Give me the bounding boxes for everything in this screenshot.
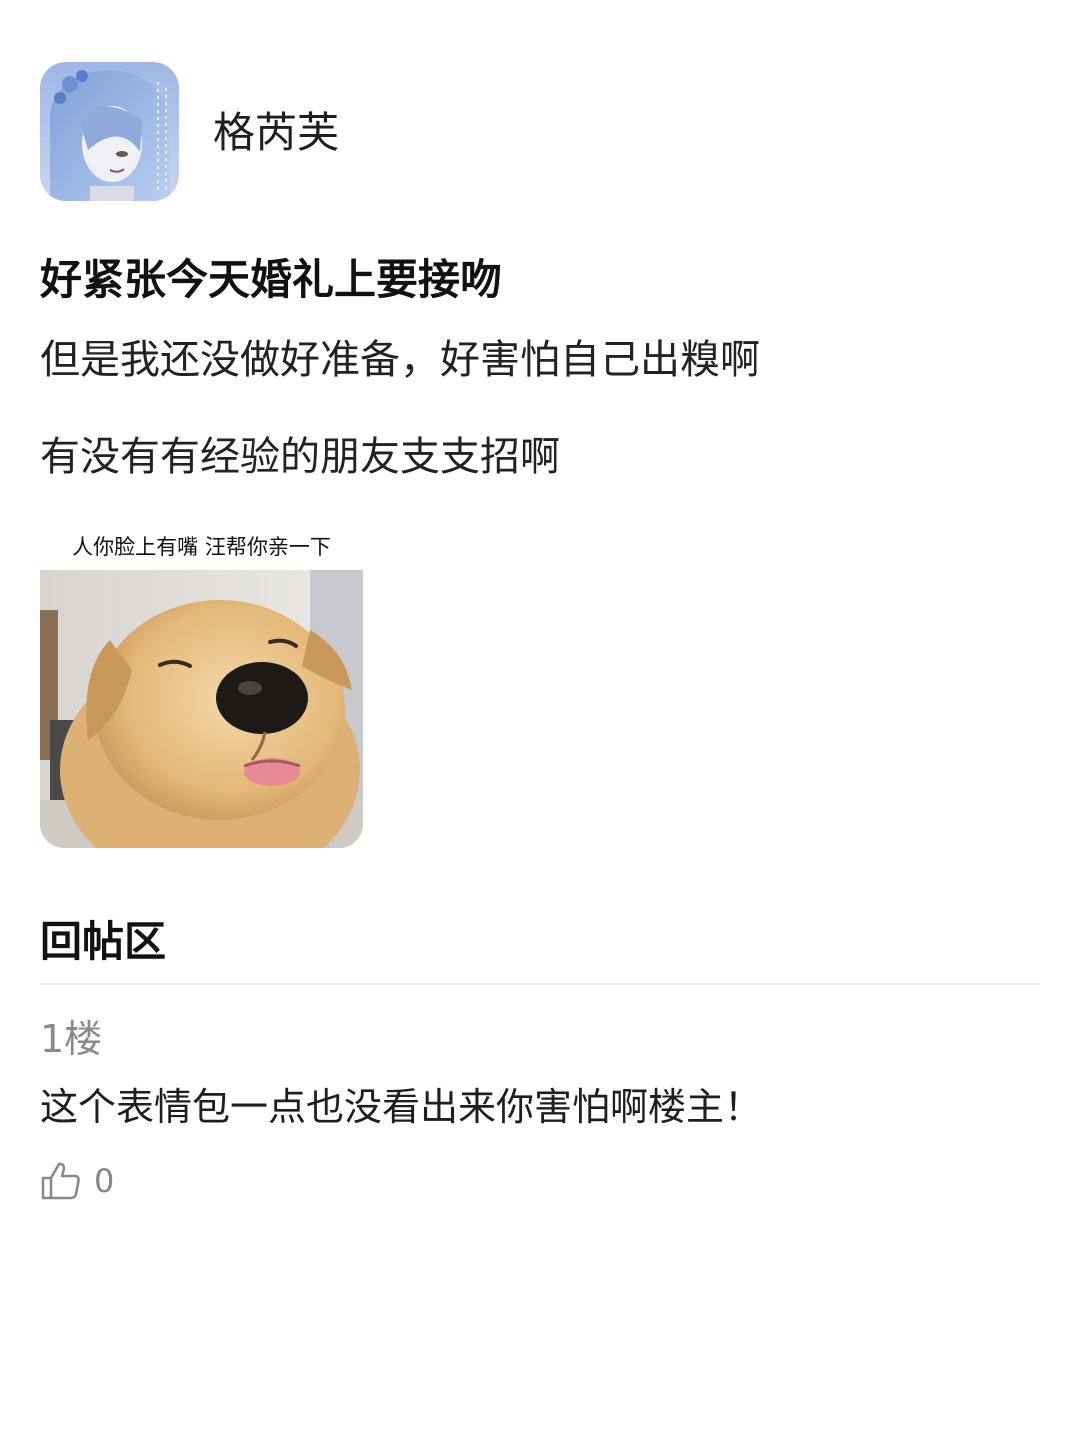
puppy-photo: [40, 570, 363, 848]
reply-section-heading: 回帖区: [40, 917, 167, 966]
thumbs-up-icon: [41, 1162, 80, 1200]
post-body-line: 有没有有经验的朋友支支招啊: [40, 434, 560, 480]
reply-text: 这个表情包一点也没看出来你害怕啊楼主！: [40, 1085, 763, 1129]
meme-image[interactable]: 人你脸上有嘴 汪帮你亲一下: [40, 527, 363, 848]
author-name[interactable]: 格芮芙: [213, 105, 339, 161]
post-body-line: 但是我还没做好准备，好害怕自己出糗啊: [40, 337, 760, 383]
reply-floor-label: 1楼: [40, 1017, 103, 1061]
like-button[interactable]: 0: [40, 1158, 114, 1204]
anime-avatar-icon: [40, 62, 179, 201]
like-count: 0: [94, 1162, 115, 1200]
author-avatar[interactable]: [40, 62, 179, 201]
meme-caption: 人你脸上有嘴 汪帮你亲一下: [72, 535, 331, 559]
post-page: 格芮芙 好紧张今天婚礼上要接吻 但是我还没做好准备，好害怕自己出糗啊 有没有有经…: [0, 0, 1080, 1440]
divider: [40, 983, 1040, 985]
post-title: 好紧张今天婚礼上要接吻: [40, 255, 503, 304]
